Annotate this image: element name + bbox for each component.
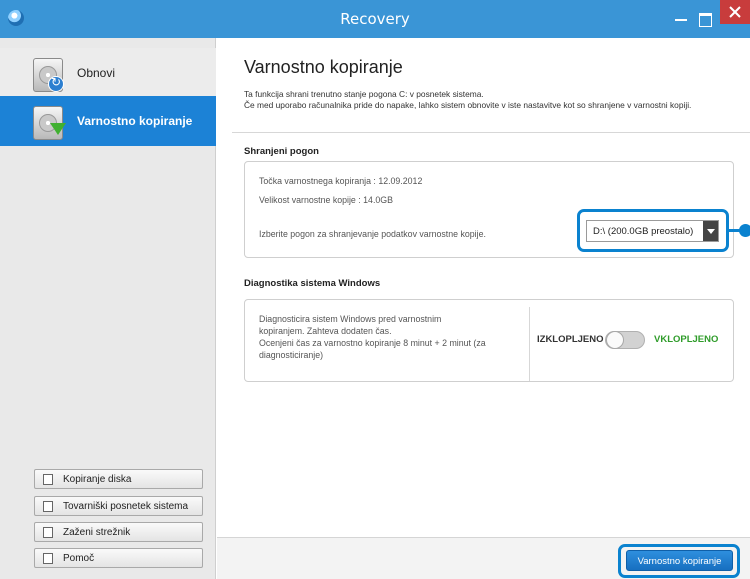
diagnostics-text-line: Ocenjeni čas za varnostno kopiranje 8 mi… [259, 338, 486, 348]
factory-image-button[interactable]: Tovarniški posnetek sistema [34, 496, 203, 516]
diagnostics-text-line: kopiranjem. Zahteva dodaten čas. [259, 326, 392, 336]
callout-dot [739, 224, 750, 237]
sidebar-item-label: Obnovi [77, 66, 116, 80]
select-drive-prompt: Izberite pogon za shranjevanje podatkov … [259, 229, 486, 239]
close-icon [729, 6, 741, 18]
server-icon [43, 527, 53, 538]
header-divider [232, 132, 750, 133]
toggle-off-label: IZKLOPLJENO [537, 334, 604, 345]
backup-icon [33, 106, 66, 140]
sidebar-item-restore[interactable]: Obnovi [0, 48, 216, 98]
help-button[interactable]: Pomoč [34, 548, 203, 568]
backup-size-text: Velikost varnostne kopije : 14.0GB [259, 195, 393, 205]
restore-icon [33, 58, 64, 92]
start-server-button[interactable]: Zaženi strežnik [34, 522, 203, 542]
sidebar: Obnovi Varnostno kopiranje Kopiranje dis… [0, 38, 216, 579]
title-bar: Recovery [0, 0, 750, 38]
saved-drive-title: Shranjeni pogon [244, 146, 319, 157]
diagnostics-title: Diagnostika sistema Windows [244, 278, 381, 289]
drive-select[interactable]: D:\ (200.0GB preostalo) [586, 220, 719, 242]
maximize-button[interactable] [695, 9, 715, 29]
factory-image-icon [43, 501, 53, 512]
button-label: Pomoč [63, 553, 95, 564]
button-label: Zaženi strežnik [63, 527, 131, 538]
close-button[interactable] [720, 0, 750, 24]
diagnostics-text-line: diagnosticiranje) [259, 350, 324, 360]
dropdown-arrow-icon[interactable] [703, 221, 718, 241]
backup-button-label: Varnostno kopiranje [637, 556, 722, 567]
disk-copy-icon [43, 474, 53, 485]
sidebar-item-label: Varnostno kopiranje [77, 114, 193, 128]
backup-point-text: Točka varnostnega kopiranja : 12.09.2012 [259, 176, 423, 186]
backup-button[interactable]: Varnostno kopiranje [626, 550, 733, 571]
page-title: Varnostno kopiranje [244, 57, 403, 77]
toggle-knob[interactable] [606, 331, 624, 349]
help-icon [43, 553, 53, 564]
description-line: Če med uporabo računalnika pride do napa… [244, 99, 692, 110]
description-line: Ta funkcija shrani trenutno stanje pogon… [244, 89, 484, 99]
window-title: Recovery [340, 10, 410, 28]
drive-select-value: D:\ (200.0GB preostalo) [593, 226, 694, 237]
button-label: Tovarniški posnetek sistema [63, 501, 189, 512]
diagnostics-toggle[interactable] [605, 331, 645, 349]
sidebar-item-backup[interactable]: Varnostno kopiranje [0, 96, 216, 146]
toggle-on-label: VKLOPLJENO [654, 334, 719, 345]
minimize-button[interactable] [671, 9, 691, 29]
disk-copy-button[interactable]: Kopiranje diska [34, 469, 203, 489]
button-label: Kopiranje diska [63, 474, 132, 485]
diagnostics-divider [529, 307, 530, 381]
diagnostics-text-line: Diagnosticira sistem Windows pred varnos… [259, 314, 442, 324]
page-description: Ta funkcija shrani trenutno stanje pogon… [244, 89, 734, 110]
